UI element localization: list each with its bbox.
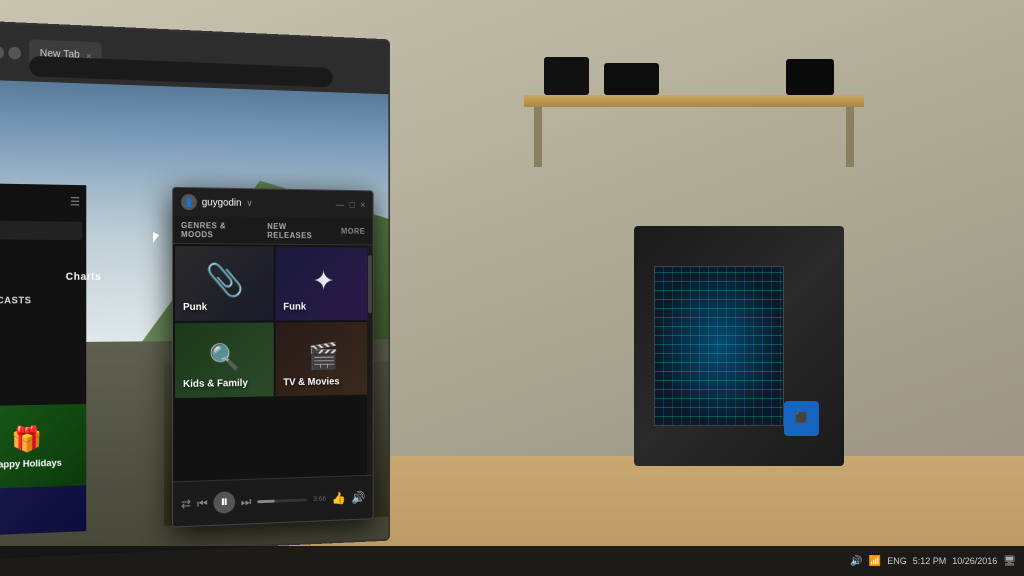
prev-btn[interactable]: ⏮ <box>197 496 208 511</box>
music-app-window[interactable]: 👤 guygodin ∨ — □ × GENRES & MOODS NEW RE… <box>172 187 374 528</box>
pc-logo: ⬛ <box>784 401 819 436</box>
app-window-controls: — □ × <box>336 199 366 209</box>
browser-maximize-btn[interactable] <box>0 45 4 58</box>
volume-btn[interactable]: 🔊 <box>351 490 365 504</box>
progress-bar[interactable] <box>257 498 307 503</box>
clock-date: 10/26/2016 <box>952 556 997 566</box>
volume-taskbar-icon[interactable]: 🔊 <box>850 556 862 567</box>
browser-close-btn[interactable] <box>8 46 21 59</box>
browser-window-controls <box>0 45 21 59</box>
monitor-taskbar-icon[interactable]: 🖥 <box>1003 556 1016 567</box>
app-close-btn[interactable]: × <box>360 200 365 210</box>
punk-icon: 📎 <box>205 261 244 299</box>
funk-icon: ✦ <box>313 264 335 296</box>
nav-genres-moods[interactable]: GENRES & MOODS <box>181 220 256 239</box>
network-taskbar-icon[interactable]: 📶 <box>869 556 881 567</box>
nav-more[interactable]: MORE <box>341 227 365 236</box>
pc-tower-window <box>654 266 784 426</box>
genre-punk[interactable]: 📎 Punk <box>175 246 274 321</box>
app-minimize-btn[interactable]: — <box>336 199 344 209</box>
app-user-info: 👤 guygodin ∨ <box>181 194 253 211</box>
gift-icon: 🎁 <box>11 424 42 455</box>
search-bar[interactable] <box>0 220 82 240</box>
tv-movies-label: TV & Movies <box>283 377 339 389</box>
holiday-text: Happy Holidays <box>0 457 62 469</box>
blues-genre-card[interactable]: 🎸 Blues <box>0 485 86 536</box>
scrollbar-thumb[interactable] <box>368 255 372 313</box>
app-left-sidebar: ▼ ☰ 🎸 Blues 🎁 Happy Holidays PODCASTS <box>0 183 86 536</box>
progress-fill <box>257 499 275 503</box>
chevron-down-icon: ∨ <box>246 198 252 209</box>
taskbar: 🔊 📶 ENG 5:12 PM 10/26/2016 🖥 <box>0 546 1024 576</box>
shelf-item-2 <box>604 63 659 95</box>
genre-grid: 📎 Punk ✦ Funk 🔍 Kids & Family <box>173 244 373 400</box>
podcasts-nav-label[interactable]: PODCASTS <box>0 295 31 305</box>
clock-time: 5:12 PM <box>913 556 947 566</box>
music-playback-controls: ⇄ ⏮ ⏸ ⏭ 3:66 👍 🔊 <box>173 475 373 527</box>
pc-tower: ⬛ <box>634 226 844 466</box>
like-btn[interactable]: 👍 <box>332 491 346 505</box>
genre-kids[interactable]: 🔍 Kids & Family <box>175 322 274 398</box>
holiday-card[interactable]: 🎁 Happy Holidays <box>0 404 86 489</box>
tv-movies-icon: 🎬 <box>308 340 339 371</box>
punk-label: Punk <box>183 302 207 313</box>
shelf-item-1 <box>544 57 589 95</box>
pc-glow-effect <box>655 267 783 425</box>
app-titlebar: 👤 guygodin ∨ — □ × <box>173 188 373 219</box>
large-monitor: New Tab × ▼ ☰ 🎸 Blues <box>0 20 390 560</box>
sidebar-top-controls: ▼ ☰ <box>0 183 86 218</box>
kids-icon: 🔍 <box>209 341 241 372</box>
app-scrollbar[interactable] <box>367 245 373 474</box>
app-navigation: GENRES & MOODS NEW RELEASES MORE <box>173 216 373 246</box>
language-indicator[interactable]: ENG <box>887 556 907 566</box>
app-maximize-btn[interactable]: □ <box>350 200 355 210</box>
menu-icon[interactable]: ☰ <box>70 195 80 208</box>
monitor-screen: New Tab × ▼ ☰ 🎸 Blues <box>0 20 390 560</box>
charts-nav-label[interactable]: Charts <box>66 272 102 283</box>
time-display: 3:66 <box>313 495 326 502</box>
play-pause-btn[interactable]: ⏸ <box>213 491 234 514</box>
shelf-item-3 <box>786 59 834 95</box>
funk-label: Funk <box>283 302 306 313</box>
genre-tv-movies[interactable]: 🎬 TV & Movies <box>276 322 371 396</box>
kids-label: Kids & Family <box>183 378 248 390</box>
shuffle-btn[interactable]: ⇄ <box>181 497 191 511</box>
genre-funk[interactable]: ✦ Funk <box>276 247 371 321</box>
next-btn[interactable]: ⏭ <box>241 494 251 509</box>
user-avatar: 👤 <box>181 194 197 210</box>
wall-shelf <box>524 95 864 107</box>
nav-new-releases[interactable]: NEW RELEASES <box>267 222 330 240</box>
username-label: guygodin <box>202 197 242 209</box>
